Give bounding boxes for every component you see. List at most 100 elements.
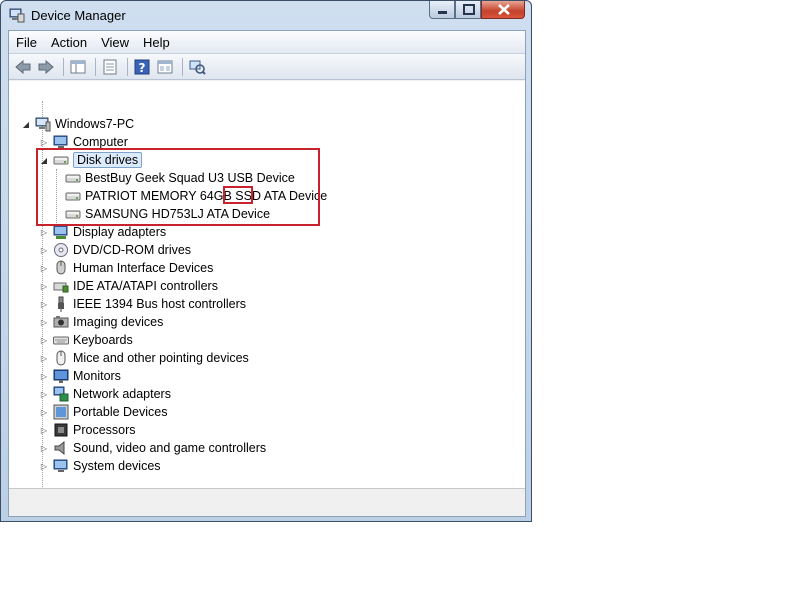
console-view-button[interactable]: [155, 57, 175, 77]
expand-arrow-icon[interactable]: ▷: [39, 371, 49, 381]
close-button[interactable]: [481, 1, 525, 19]
category-label: Imaging devices: [73, 315, 164, 329]
caption-buttons: [429, 1, 525, 20]
device-manager-icon: [9, 8, 25, 23]
back-arrow-icon: [15, 59, 31, 74]
show-hide-console-tree-icon: [70, 60, 86, 73]
tree-node-sound-video[interactable]: ▷ Sound, video and game controllers: [39, 439, 266, 457]
network-adapter-icon: [53, 386, 69, 402]
properties-icon: [103, 59, 117, 74]
tree-node-system-devices[interactable]: ▷ System devices: [39, 457, 161, 475]
help-button[interactable]: ?: [132, 57, 152, 77]
category-label: Keyboards: [73, 333, 133, 347]
annotation-box-ssd: [223, 186, 253, 204]
portable-device-icon: [53, 404, 69, 420]
help-icon: ?: [134, 59, 150, 75]
device-manager-window: Device Manager File Action View Help ? ◢…: [0, 0, 532, 522]
toolbar-separator: [95, 57, 96, 76]
svg-text:?: ?: [139, 61, 146, 75]
minimize-icon: [438, 11, 447, 14]
category-label: System devices: [73, 459, 161, 473]
display-adapter-icon: [53, 225, 68, 239]
category-label: Mice and other pointing devices: [73, 351, 249, 365]
tree-node-portable-devices[interactable]: ▷ Portable Devices: [39, 403, 168, 421]
category-label: Human Interface Devices: [73, 261, 214, 275]
status-bar: [9, 492, 525, 516]
tree-node-hid[interactable]: ▷ Human Interface Devices: [39, 259, 213, 277]
expand-arrow-icon[interactable]: ▷: [39, 443, 49, 453]
scan-hardware-changes-icon: [189, 60, 206, 75]
tree-node-monitors[interactable]: ▷ Monitors: [39, 367, 121, 385]
expand-arrow-icon[interactable]: ▷: [39, 245, 49, 255]
expand-arrow-icon[interactable]: ▷: [39, 353, 49, 363]
expand-arrow-icon[interactable]: ▷: [39, 425, 49, 435]
client-area: File Action View Help ? ◢ Windows7-PC ▷ …: [8, 30, 526, 517]
tree-node-root[interactable]: ◢ Windows7-PC: [21, 115, 134, 133]
expand-arrow-icon[interactable]: ▷: [39, 335, 49, 345]
keyboard-icon: [53, 336, 69, 345]
console-view-icon: [157, 60, 173, 73]
category-label: Sound, video and game controllers: [73, 441, 267, 455]
tree-node-mice[interactable]: ▷ Mice and other pointing devices: [39, 349, 249, 367]
mouse-icon: [56, 350, 66, 366]
speaker-icon: [54, 440, 65, 456]
tree-node-keyboards[interactable]: ▷ Keyboards: [39, 331, 133, 349]
device-tree[interactable]: ◢ Windows7-PC ▷ Computer ◢ Disk drives B…: [9, 81, 525, 489]
title-bar[interactable]: Device Manager: [1, 1, 531, 29]
toolbar-separator: [127, 57, 128, 76]
back-button[interactable]: [13, 57, 33, 77]
show-hide-console-tree-button[interactable]: [68, 57, 88, 77]
category-label: Network adapters: [73, 387, 171, 401]
expand-arrow-icon[interactable]: ▷: [39, 389, 49, 399]
system-devices-icon: [53, 459, 68, 472]
toolbar-separator: [182, 57, 183, 76]
expand-arrow-icon[interactable]: ▷: [39, 299, 49, 309]
forward-arrow-icon: [38, 59, 54, 74]
ieee1394-icon: [58, 296, 64, 312]
tree-node-network-adapters[interactable]: ▷ Network adapters: [39, 385, 171, 403]
ide-controller-icon: [53, 282, 69, 293]
minimize-button[interactable]: [429, 1, 455, 19]
toolbar: ?: [9, 54, 525, 80]
close-icon: [498, 4, 510, 15]
imaging-device-icon: [53, 316, 69, 328]
collapse-arrow-icon[interactable]: ◢: [21, 119, 31, 129]
expand-arrow-icon[interactable]: ▷: [39, 281, 49, 291]
root-label: Windows7-PC: [55, 117, 135, 131]
category-label: IEEE 1394 Bus host controllers: [73, 297, 247, 311]
processor-icon: [54, 423, 68, 437]
dvd-drive-icon: [54, 243, 68, 257]
category-label: Monitors: [73, 369, 121, 383]
computer-label: Computer: [73, 135, 128, 149]
properties-button[interactable]: [100, 57, 120, 77]
hid-icon: [56, 260, 66, 275]
annotation-box-disk-drives: [36, 148, 320, 226]
tree-node-ieee1394[interactable]: ▷ IEEE 1394 Bus host controllers: [39, 295, 246, 313]
expand-arrow-icon[interactable]: ▷: [39, 227, 49, 237]
expand-arrow-icon[interactable]: ▷: [39, 137, 49, 147]
window-title: Device Manager: [31, 8, 126, 23]
category-label: Display adapters: [73, 225, 167, 239]
tree-node-dvd-cdrom[interactable]: ▷ DVD/CD-ROM drives: [39, 241, 191, 259]
category-label: DVD/CD-ROM drives: [73, 243, 192, 257]
menu-view[interactable]: View: [94, 35, 136, 50]
scan-hardware-changes-button[interactable]: [187, 57, 207, 77]
category-label: Processors: [73, 423, 136, 437]
menu-bar: File Action View Help: [9, 31, 525, 54]
maximize-button[interactable]: [455, 1, 481, 19]
expand-arrow-icon[interactable]: ▷: [39, 317, 49, 327]
computer-icon: [35, 117, 51, 132]
menu-file[interactable]: File: [9, 35, 44, 50]
tree-node-ide-ata[interactable]: ▷ IDE ATA/ATAPI controllers: [39, 277, 218, 295]
forward-button[interactable]: [36, 57, 56, 77]
maximize-icon: [463, 4, 475, 15]
tree-node-imaging[interactable]: ▷ Imaging devices: [39, 313, 163, 331]
tree-node-processors[interactable]: ▷ Processors: [39, 421, 136, 439]
category-label: IDE ATA/ATAPI controllers: [73, 279, 218, 293]
menu-help[interactable]: Help: [136, 35, 177, 50]
menu-action[interactable]: Action: [44, 35, 94, 50]
expand-arrow-icon[interactable]: ▷: [39, 407, 49, 417]
expand-arrow-icon[interactable]: ▷: [39, 461, 49, 471]
expand-arrow-icon[interactable]: ▷: [39, 263, 49, 273]
monitor-icon: [53, 369, 69, 383]
